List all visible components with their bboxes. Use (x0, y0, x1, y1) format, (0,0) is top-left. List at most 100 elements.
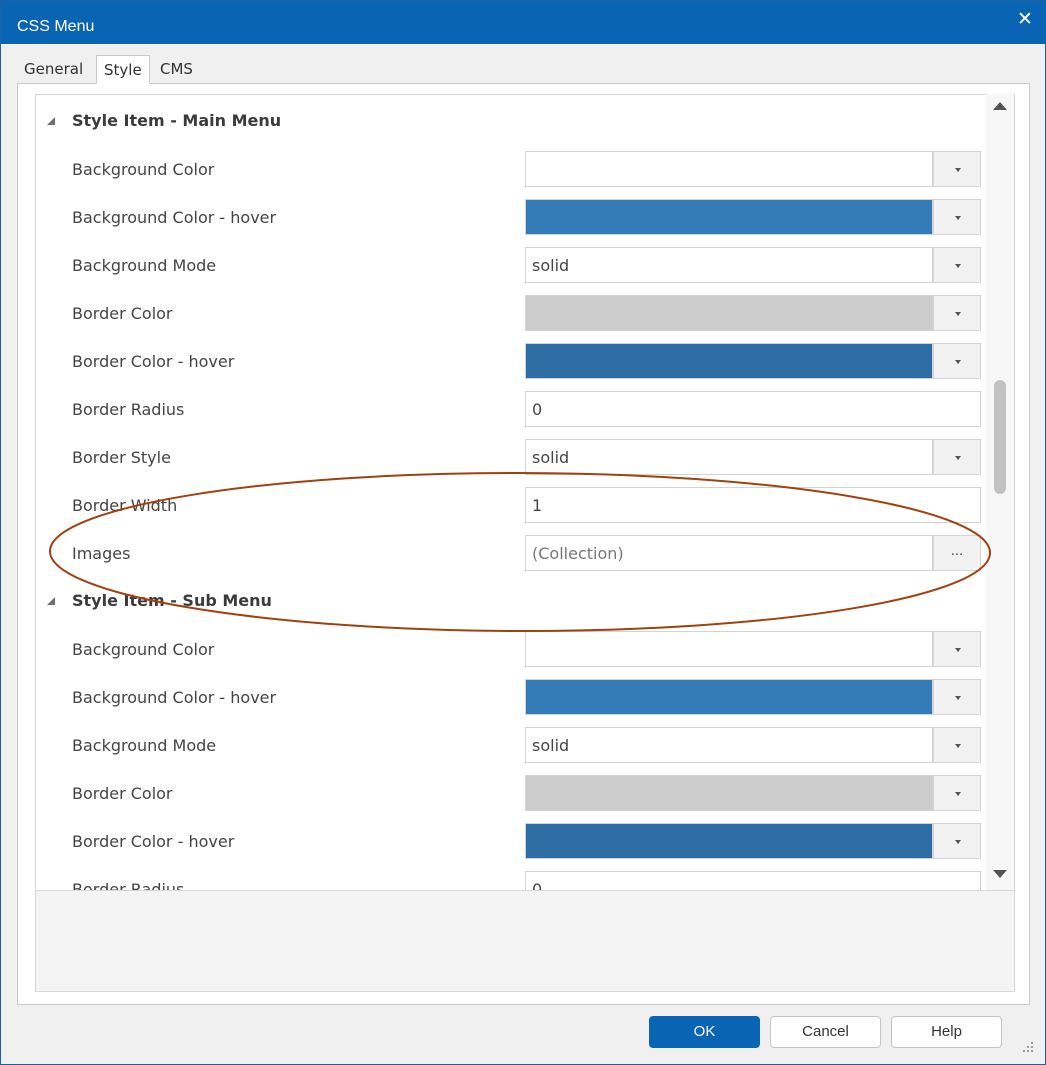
property-value-field[interactable] (525, 631, 933, 667)
property-label: Border Style (72, 448, 171, 467)
property-row[interactable]: Border Color (36, 769, 994, 817)
property-row[interactable]: Border Radius 0 (36, 385, 994, 433)
close-icon[interactable]: ✕ (1011, 5, 1039, 33)
chevron-down-icon (955, 696, 961, 700)
category-label: Style Item - Main Menu (72, 111, 282, 130)
dropdown-button[interactable] (933, 727, 981, 763)
chevron-down-icon (955, 744, 961, 748)
property-row[interactable]: Images (Collection)... (36, 529, 994, 577)
window-title: CSS Menu (17, 18, 95, 35)
color-swatch (526, 776, 932, 810)
chevron-down-icon (955, 312, 961, 316)
cancel-button[interactable]: Cancel (770, 1016, 881, 1048)
property-row[interactable]: Border Color (36, 289, 994, 337)
dropdown-button[interactable] (933, 631, 981, 667)
property-label: Border Width (72, 496, 178, 515)
ok-button[interactable]: OK (649, 1016, 760, 1048)
property-label: Background Color (72, 160, 215, 179)
scroll-up-arrow-icon[interactable] (993, 102, 1007, 110)
property-value-field[interactable]: solid (525, 439, 933, 475)
category-row-sub-menu[interactable]: Style Item - Sub Menu (36, 577, 994, 625)
property-row[interactable]: Background Color - hover (36, 673, 994, 721)
property-row[interactable]: Background Mode solid (36, 721, 994, 769)
property-label: Background Color - hover (72, 208, 277, 227)
dropdown-button[interactable] (933, 343, 981, 379)
css-menu-dialog: CSS Menu ✕ General Style CMS Style Item … (0, 0, 1046, 1065)
property-label: Background Color - hover (72, 688, 277, 707)
chevron-down-icon (955, 264, 961, 268)
property-row[interactable]: Border Width 1 (36, 481, 994, 529)
chevron-down-icon (955, 168, 961, 172)
color-swatch (526, 680, 932, 714)
property-value-text: solid (532, 736, 570, 755)
property-value-field[interactable] (525, 295, 933, 331)
property-value-field[interactable] (525, 151, 933, 187)
color-swatch (526, 296, 932, 330)
property-label: Background Color (72, 640, 215, 659)
property-label: Images (72, 544, 131, 563)
dropdown-button[interactable] (933, 679, 981, 715)
property-value-field[interactable]: 0 (525, 391, 981, 427)
triangle-collapse-icon[interactable] (47, 597, 55, 605)
dropdown-button[interactable] (933, 823, 981, 859)
title-bar: CSS Menu ✕ (1, 1, 1046, 44)
resize-grip-icon[interactable] (1021, 1040, 1035, 1054)
property-value-field[interactable] (525, 343, 933, 379)
property-row[interactable]: Border Color - hover (36, 337, 994, 385)
scroll-down-arrow-icon[interactable] (993, 870, 1007, 878)
property-label: Background Mode (72, 736, 217, 755)
property-value-field[interactable]: 0 (525, 871, 981, 890)
property-value-field[interactable]: solid (525, 247, 933, 283)
property-value-field[interactable] (525, 199, 933, 235)
property-value-text: 1 (532, 496, 543, 515)
color-swatch (526, 824, 932, 858)
property-grid: Style Item - Main Menu Background Color Ba… (35, 94, 1015, 891)
chevron-down-icon (955, 648, 961, 652)
dropdown-button[interactable] (933, 775, 981, 811)
chevron-down-icon (955, 216, 961, 220)
chevron-down-icon (955, 360, 961, 364)
tab-general[interactable]: General (17, 55, 90, 84)
color-swatch (526, 632, 932, 666)
scroll-thumb[interactable] (994, 380, 1006, 494)
property-label: Border Color (72, 304, 173, 323)
property-value-field[interactable]: solid (525, 727, 933, 763)
chevron-down-icon (955, 840, 961, 844)
tab-cms[interactable]: CMS (153, 55, 200, 84)
dropdown-button[interactable] (933, 199, 981, 235)
color-swatch (526, 200, 932, 234)
property-value-field[interactable] (525, 775, 933, 811)
dropdown-button[interactable] (933, 439, 981, 475)
triangle-collapse-icon[interactable] (47, 117, 55, 125)
property-label: Background Mode (72, 256, 217, 275)
property-row[interactable]: Background Color (36, 625, 994, 673)
property-value-text: solid (532, 256, 570, 275)
property-value-field[interactable]: 1 (525, 487, 981, 523)
ellipsis-button[interactable]: ... (933, 535, 981, 571)
property-value-text: solid (532, 448, 570, 467)
property-row[interactable]: Background Mode solid (36, 241, 994, 289)
property-value-field[interactable] (525, 679, 933, 715)
property-value-field[interactable]: (Collection) (525, 535, 933, 571)
property-row[interactable]: Background Color (36, 145, 994, 193)
dropdown-button[interactable] (933, 247, 981, 283)
dropdown-button[interactable] (933, 151, 981, 187)
property-value-text: (Collection) (532, 544, 624, 563)
property-row[interactable]: Border Style solid (36, 433, 994, 481)
property-value-text: 0 (532, 400, 543, 419)
property-row[interactable]: Background Color - hover (36, 193, 994, 241)
property-row[interactable]: Border Radius 0 (36, 865, 994, 890)
property-value-field[interactable] (525, 823, 933, 859)
help-button[interactable]: Help (891, 1016, 1002, 1048)
ellipsis-label: ... (950, 544, 964, 559)
property-description-pane (35, 890, 1015, 992)
vertical-scrollbar[interactable] (986, 94, 1014, 891)
chevron-down-icon (955, 456, 961, 460)
category-label: Style Item - Sub Menu (72, 591, 272, 610)
property-row[interactable]: Border Color - hover (36, 817, 994, 865)
category-row-main-menu[interactable]: Style Item - Main Menu (36, 97, 994, 145)
tab-style[interactable]: Style (96, 55, 150, 84)
dropdown-button[interactable] (933, 295, 981, 331)
property-label: Border Color - hover (72, 832, 235, 851)
property-label: Border Color - hover (72, 352, 235, 371)
